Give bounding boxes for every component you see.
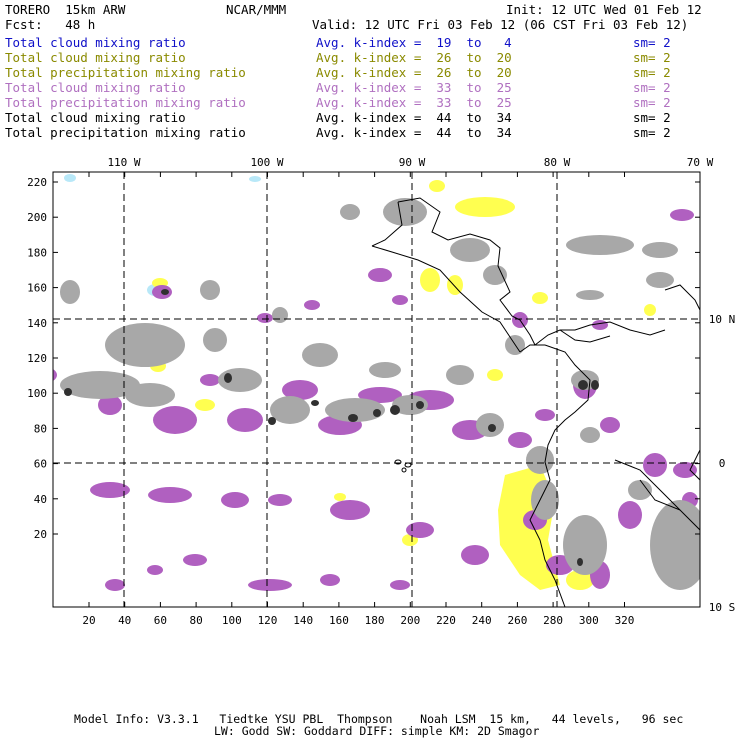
left-axis-label: 60 (34, 458, 47, 471)
bottom-axis-label: 320 (615, 614, 635, 627)
model-info-line2: LW: Godd SW: Goddard DIFF: simple KM: 2D… (214, 724, 540, 738)
left-axis-label: 220 (27, 176, 47, 189)
bottom-axis-label: 220 (436, 614, 456, 627)
top-axis-label: 70 W (687, 156, 714, 169)
top-axis-label: 90 W (399, 156, 426, 169)
left-axis-label: 120 (27, 352, 47, 365)
left-axis-label: 200 (27, 211, 47, 224)
bottom-axis-label: 160 (329, 614, 349, 627)
left-axis-label: 100 (27, 387, 47, 400)
left-axis-label: 80 (34, 422, 47, 435)
bottom-axis-label: 120 (258, 614, 278, 627)
bottom-axis-label: 140 (293, 614, 313, 627)
bottom-axis-label: 280 (543, 614, 563, 627)
bottom-axis-label: 180 (365, 614, 385, 627)
left-axis-label: 140 (27, 317, 47, 330)
bottom-axis-label: 300 (579, 614, 599, 627)
top-axis-label: 100 W (250, 156, 283, 169)
bottom-axis-label: 40 (118, 614, 131, 627)
top-axis-label: 80 W (544, 156, 571, 169)
left-axis-label: 40 (34, 493, 47, 506)
left-axis-label: 160 (27, 282, 47, 295)
left-axis-label: 20 (34, 528, 47, 541)
top-axis-label: 110 W (107, 156, 140, 169)
bottom-axis-label: 260 (507, 614, 527, 627)
right-axis-label: 0 (719, 457, 726, 470)
map-figure: 110 W 100 W 90 W 80 W 70 W 10 N 0 10 S 220 200 180… (27, 156, 736, 627)
bottom-axis-label: 200 (400, 614, 420, 627)
bottom-axis-label: 20 (82, 614, 95, 627)
bottom-axis-label: 60 (154, 614, 167, 627)
bottom-axis-label: 240 (472, 614, 492, 627)
right-axis-label: 10 S (709, 601, 736, 614)
bottom-axis-label: 100 (222, 614, 242, 627)
bottom-axis-label: 80 (189, 614, 202, 627)
map-plot-area (53, 172, 700, 607)
light-blue-field (64, 174, 261, 296)
right-axis-label: 10 N (709, 313, 736, 326)
left-axis-label: 180 (27, 246, 47, 259)
